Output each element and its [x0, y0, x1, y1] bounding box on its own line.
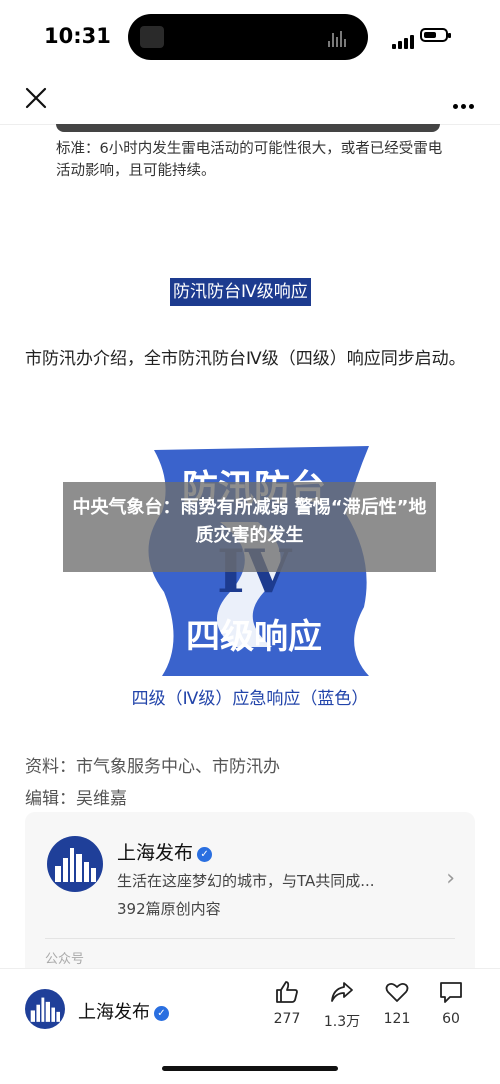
- card-divider: [45, 938, 455, 939]
- share-icon: [331, 982, 353, 1002]
- editor-credit: 编辑：吴维嘉: [25, 789, 127, 809]
- home-indicator[interactable]: [162, 1066, 338, 1071]
- like-count: 277: [273, 1011, 301, 1027]
- nav-bar: [0, 72, 500, 125]
- previous-image-bottom: [56, 124, 440, 132]
- verified-icon: ✓: [197, 847, 213, 862]
- comment-icon: [440, 982, 462, 1003]
- account-avatar: [47, 836, 103, 892]
- image-caption: 四级（Ⅳ级）应急响应（蓝色）: [131, 689, 369, 709]
- more-icon[interactable]: [450, 94, 474, 113]
- chevron-right-icon[interactable]: ›: [446, 866, 455, 891]
- favorite-icon: [385, 982, 409, 1002]
- standard-note: 标准：6小时内发生雷电活动的可能性很大，或者已经受雷电活动影响，且可能持续。: [56, 141, 443, 179]
- verified-icon: ✓: [154, 1006, 169, 1021]
- favorite-button[interactable]: 121: [372, 979, 422, 1027]
- battery-icon: [420, 28, 451, 42]
- share-count: 1.3万: [323, 1014, 361, 1030]
- comment-button[interactable]: 60: [426, 979, 476, 1027]
- dynamic-island: [128, 14, 368, 60]
- like-button[interactable]: 277: [262, 979, 312, 1027]
- status-bar: 10:31: [0, 0, 500, 72]
- share-button[interactable]: 1.3万: [317, 979, 367, 1031]
- now-playing-art-icon: [140, 26, 164, 48]
- comment-count: 60: [442, 1011, 460, 1027]
- close-icon[interactable]: [24, 86, 48, 110]
- favorite-count: 121: [383, 1011, 411, 1027]
- bottom-account-avatar[interactable]: [25, 989, 65, 1029]
- cellular-signal-icon: [392, 30, 416, 49]
- headline-overlay: 中央气象台：雨势有所减弱 警惕“滞后性”地质灾害的发生: [63, 482, 436, 572]
- account-article-count: 392篇原创内容: [117, 900, 221, 918]
- audio-waveform-icon: [328, 28, 354, 47]
- status-time: 10:31: [44, 24, 111, 48]
- account-name-text: 上海发布: [117, 842, 194, 864]
- bottom-account-name-text: 上海发布: [78, 1002, 150, 1023]
- like-icon: [276, 981, 298, 1003]
- bottom-account-name[interactable]: 上海发布 ✓: [78, 998, 169, 1024]
- account-description: 生活在这座梦幻的城市，与TA共同成...: [117, 872, 375, 890]
- headline-text: 中央气象台：雨势有所减弱 警惕“滞后性”地质灾害的发生: [72, 497, 427, 546]
- section-heading: 防汛防台Ⅳ级响应: [170, 278, 311, 306]
- account-name: 上海发布 ✓: [117, 838, 213, 865]
- account-card[interactable]: 上海发布 ✓ 生活在这座梦幻的城市，与TA共同成... 392篇原创内容 › 公众…: [25, 812, 475, 984]
- logo-text-bottom: 四级响应: [186, 617, 322, 657]
- source-credit: 资料：市气象服务中心、市防汛办: [25, 757, 280, 777]
- article-paragraph: 市防汛办介绍，全市防汛防台Ⅳ级（四级）响应同步启动。: [25, 349, 466, 369]
- account-section-label: 公众号: [45, 952, 85, 967]
